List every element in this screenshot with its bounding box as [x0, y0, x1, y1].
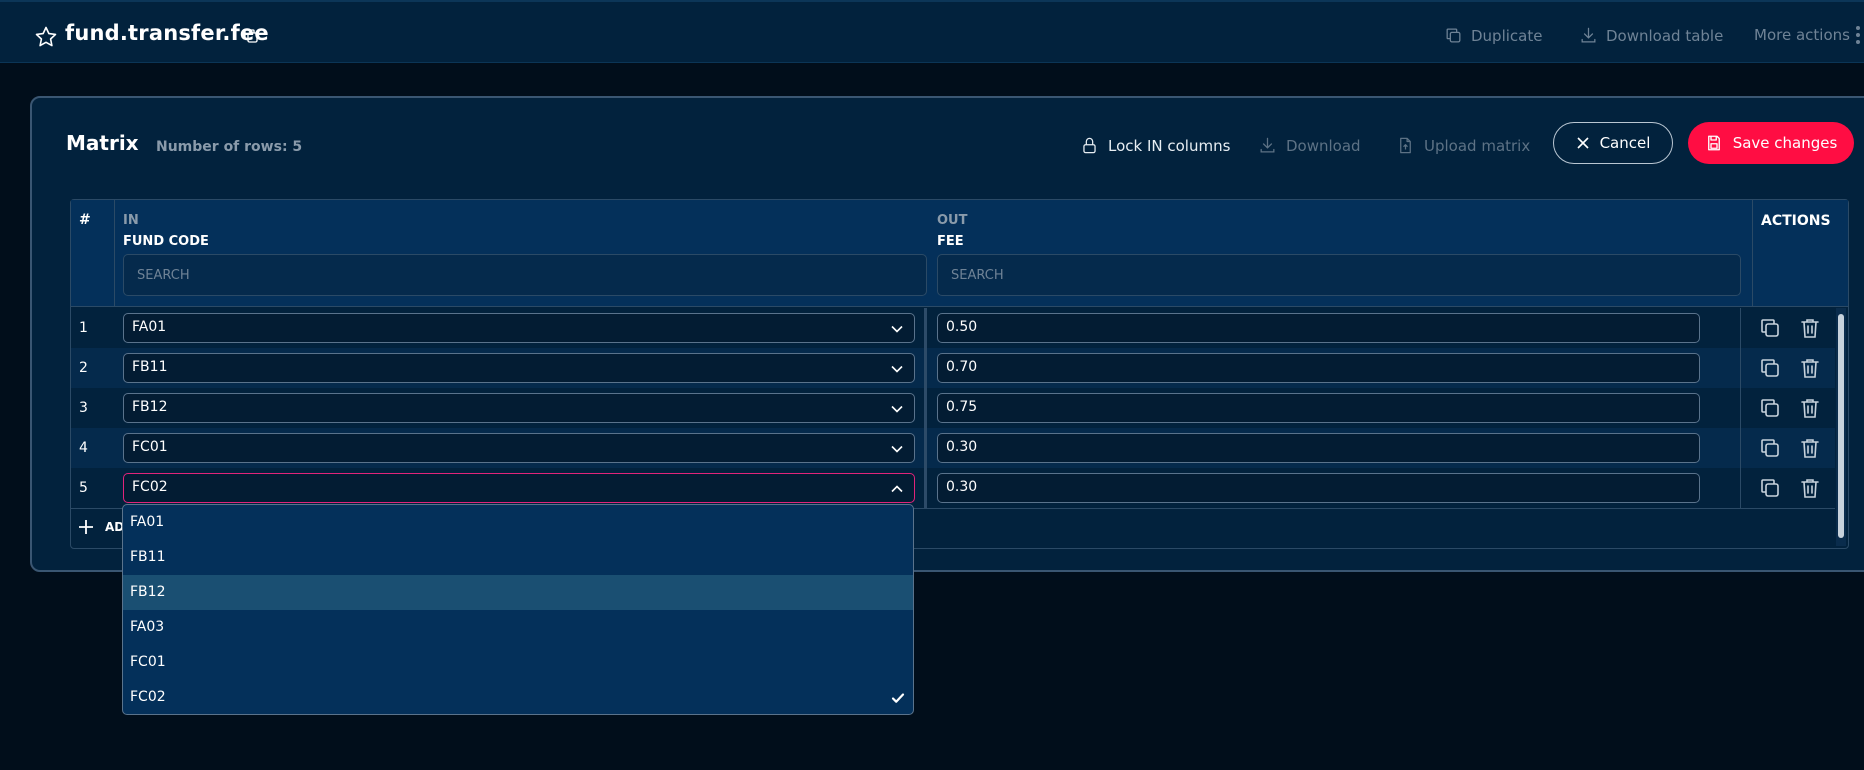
- checkmark-icon: [891, 693, 905, 703]
- kebab-icon[interactable]: [1854, 24, 1862, 46]
- fee-search-input[interactable]: SEARCH: [937, 254, 1741, 296]
- row-number: 1: [79, 320, 88, 336]
- lock-icon: [1083, 137, 1096, 154]
- table-row: 1 FA01 0.50: [71, 308, 1835, 348]
- dropdown-option[interactable]: FC01: [123, 645, 913, 680]
- more-actions-button[interactable]: More actions: [1754, 26, 1850, 44]
- trash-icon[interactable]: [1798, 356, 1822, 380]
- plus-icon: [79, 520, 93, 534]
- download-table-label: Download table: [1606, 26, 1724, 45]
- copy-row-icon[interactable]: [1758, 436, 1782, 460]
- table-row: 5 FC02 0.30: [71, 468, 1835, 508]
- row-number: 2: [79, 360, 88, 376]
- column-divider: [1752, 200, 1753, 307]
- fee-input[interactable]: 0.75: [937, 393, 1700, 423]
- upload-file-icon: [1400, 137, 1411, 154]
- column-divider: [924, 308, 927, 508]
- top-header: fund.transfer.fee Duplicate Download tab…: [0, 0, 1864, 63]
- chevron-down-icon: [891, 365, 903, 373]
- fund-code-value: FA01: [132, 319, 167, 335]
- download-label: Download: [1286, 136, 1361, 155]
- duplicate-label: Duplicate: [1471, 26, 1543, 45]
- fund-code-dropdown: FA01 FB11 FB12 FA03 FC01 FC02: [122, 504, 914, 715]
- column-divider: [1740, 308, 1741, 508]
- out-group-header: OUT: [937, 213, 968, 228]
- chevron-down-icon: [891, 445, 903, 453]
- dropdown-option-selected[interactable]: FC02: [123, 680, 913, 714]
- chevron-up-icon: [891, 485, 903, 493]
- star-icon[interactable]: [34, 25, 58, 49]
- fund-code-select[interactable]: FC02: [123, 473, 915, 503]
- dropdown-option[interactable]: FA01: [123, 505, 913, 540]
- dropdown-option[interactable]: FB11: [123, 540, 913, 575]
- cancel-button[interactable]: Cancel: [1553, 122, 1673, 164]
- upload-matrix-button[interactable]: Upload matrix: [1396, 136, 1530, 155]
- lock-label: Lock IN columns: [1108, 136, 1231, 155]
- copy-row-icon[interactable]: [1758, 316, 1782, 340]
- download-icon: [1260, 137, 1275, 153]
- scrollbar-thumb[interactable]: [1838, 314, 1844, 538]
- row-count: Number of rows: 5: [156, 139, 303, 155]
- chevron-down-icon: [891, 325, 903, 333]
- fee-input[interactable]: 0.30: [937, 433, 1700, 463]
- more-actions-label: More actions: [1754, 26, 1850, 44]
- page-title: fund.transfer.fee: [65, 21, 269, 45]
- copy-icon[interactable]: [242, 27, 260, 45]
- download-icon: [1581, 27, 1596, 43]
- trash-icon[interactable]: [1798, 396, 1822, 420]
- matrix-title: Matrix: [66, 131, 139, 155]
- row-number: 4: [79, 440, 88, 456]
- copy-row-icon[interactable]: [1758, 356, 1782, 380]
- row-number: 3: [79, 400, 88, 416]
- duplicate-button[interactable]: Duplicate: [1444, 26, 1542, 45]
- dropdown-option[interactable]: FA03: [123, 610, 913, 645]
- fund-code-value: FC02: [132, 479, 168, 495]
- fee-input[interactable]: 0.50: [937, 313, 1700, 343]
- column-divider: [114, 200, 115, 307]
- scrollbar[interactable]: [1836, 308, 1846, 546]
- trash-icon[interactable]: [1798, 436, 1822, 460]
- fund-code-value: FB11: [132, 359, 168, 375]
- trash-icon[interactable]: [1798, 476, 1822, 500]
- lock-in-columns-button[interactable]: Lock IN columns: [1080, 136, 1230, 155]
- table-row: 2 FB11 0.70: [71, 348, 1835, 388]
- fee-header: FEE: [937, 234, 964, 249]
- save-label: Save changes: [1732, 134, 1838, 152]
- fund-code-select[interactable]: FB11: [123, 353, 915, 383]
- table-row: 3 FB12 0.75: [71, 388, 1835, 428]
- fund-code-search-input[interactable]: SEARCH: [123, 254, 927, 296]
- fee-input[interactable]: 0.70: [937, 353, 1700, 383]
- row-number-header: #: [79, 212, 91, 228]
- actions-header: ACTIONS: [1761, 213, 1831, 229]
- trash-icon[interactable]: [1798, 316, 1822, 340]
- table-header: # IN FUND CODE SEARCH OUT FEE SEARCH ACT…: [71, 200, 1848, 307]
- fund-code-value: FC01: [132, 439, 168, 455]
- dropdown-option[interactable]: FB12: [123, 575, 913, 610]
- fund-code-select[interactable]: FB12: [123, 393, 915, 423]
- fund-code-select[interactable]: FC01: [123, 433, 915, 463]
- copy-row-icon[interactable]: [1758, 396, 1782, 420]
- fund-code-select[interactable]: FA01: [123, 313, 915, 343]
- in-group-header: IN: [123, 213, 139, 228]
- matrix-panel: Matrix Number of rows: 5 Lock IN columns…: [30, 96, 1864, 572]
- fee-input[interactable]: 0.30: [937, 473, 1700, 503]
- table-row: 4 FC01 0.30: [71, 428, 1835, 468]
- fund-code-value: FB12: [132, 399, 168, 415]
- copy-row-icon[interactable]: [1758, 476, 1782, 500]
- close-icon: [1577, 137, 1589, 149]
- fund-code-header: FUND CODE: [123, 234, 209, 249]
- dropdown-option-label: FC02: [130, 689, 166, 705]
- save-icon: [1707, 135, 1720, 151]
- save-changes-button[interactable]: Save changes: [1688, 122, 1854, 164]
- download-button[interactable]: Download: [1258, 136, 1361, 155]
- row-number: 5: [79, 480, 88, 496]
- duplicate-icon: [1446, 28, 1461, 43]
- matrix-table: # IN FUND CODE SEARCH OUT FEE SEARCH ACT…: [70, 199, 1849, 549]
- cancel-label: Cancel: [1599, 134, 1651, 152]
- upload-label: Upload matrix: [1424, 136, 1531, 155]
- download-table-button[interactable]: Download table: [1579, 26, 1723, 45]
- chevron-down-icon: [891, 405, 903, 413]
